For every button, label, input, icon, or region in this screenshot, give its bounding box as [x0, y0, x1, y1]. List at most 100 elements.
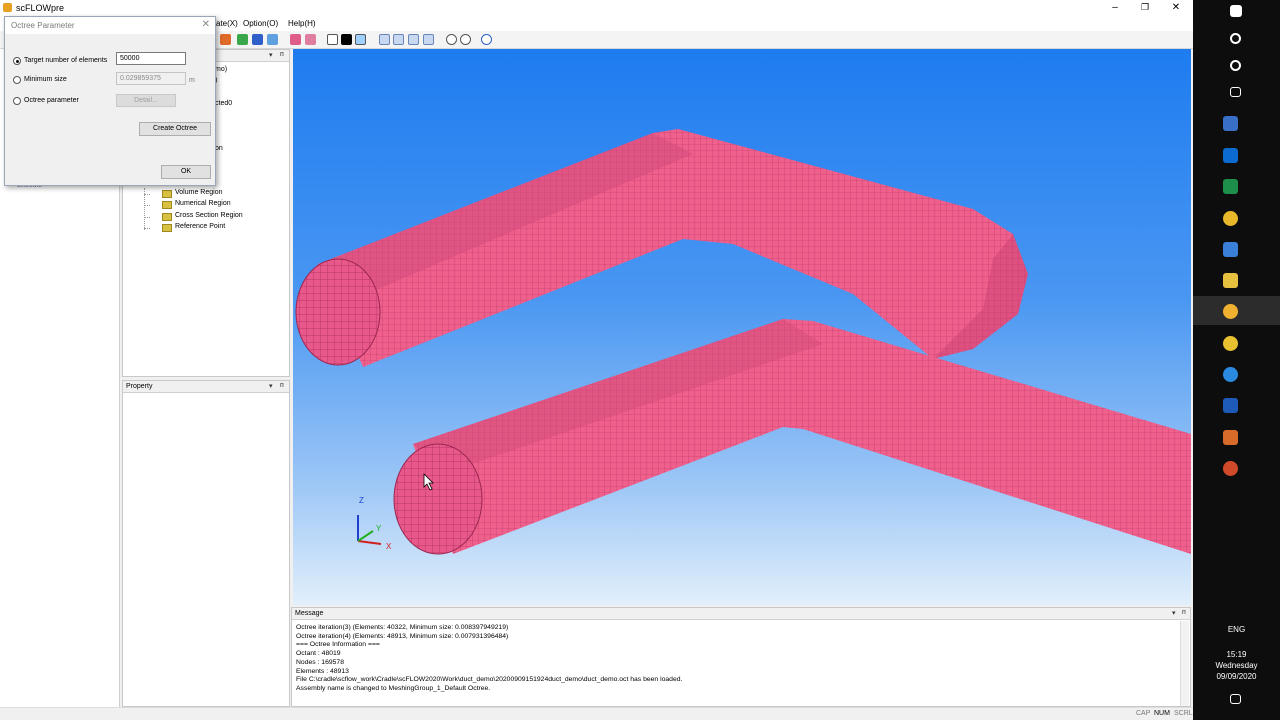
stop-icon[interactable]	[460, 34, 471, 45]
target-elements-radio[interactable]	[13, 57, 21, 65]
scroll-lock-indicator: SCRL	[1174, 710, 1193, 717]
octree-parameter-radio[interactable]	[13, 97, 21, 105]
pin-icon[interactable]: ᴨ	[1182, 609, 1186, 616]
tree-item-partial[interactable]: mo)	[215, 66, 227, 73]
task-view-icon[interactable]	[1230, 87, 1241, 97]
tree-item-partial[interactable]: on	[215, 145, 223, 152]
octree-parameter-label: Octree parameter	[24, 97, 79, 104]
menu-help[interactable]: Help(H)	[288, 19, 316, 28]
tree-item-label: Reference Point	[175, 223, 226, 230]
property-panel-header: Property ▾ ᴨ	[123, 381, 289, 393]
message-line: Nodes : 169578	[296, 658, 344, 666]
clock-date: 09/09/2020	[1216, 672, 1257, 681]
unit-label: m	[189, 77, 195, 84]
chrome-icon[interactable]	[1223, 211, 1238, 226]
pin-icon[interactable]: ᴨ	[280, 51, 284, 58]
pin-icon[interactable]: ᴨ	[280, 382, 284, 389]
minimum-size-input[interactable]: 0.029859375	[116, 72, 186, 85]
tree-item-label: Volume Region	[175, 189, 223, 196]
upper-duct	[295, 129, 1028, 367]
language-indicator[interactable]: ENG	[1193, 625, 1280, 634]
property-title: Property	[126, 383, 153, 390]
minimum-size-label: Minimum size	[24, 76, 67, 83]
play-icon[interactable]	[481, 34, 492, 45]
clock-day: Wednesday	[1215, 661, 1258, 670]
tree-item-label: Cross Section Region	[175, 212, 243, 219]
message-title: Message	[295, 610, 324, 617]
remote-icon[interactable]	[1223, 116, 1238, 131]
3d-viewport[interactable]: Z Y X	[293, 49, 1191, 605]
black-color-icon[interactable]	[341, 34, 352, 45]
octree-parameter-dialog: Octree Parameter ✕ Target number of elem…	[4, 16, 216, 186]
minimum-size-radio[interactable]	[13, 76, 21, 84]
tree-item-label: Numerical Region	[175, 200, 231, 207]
close-button[interactable]: ✕	[1160, 0, 1192, 16]
record-icon[interactable]	[446, 34, 457, 45]
message-panel-header: Message ▾ ᴨ	[292, 608, 1190, 620]
target-elements-input[interactable]: 50000	[116, 52, 186, 65]
white-color-icon[interactable]	[327, 34, 338, 45]
blue-color-icon[interactable]	[355, 34, 366, 45]
menu-option[interactable]: Option(O)	[243, 19, 278, 28]
axis-triad: Z Y X	[357, 496, 392, 551]
tool-icon[interactable]	[305, 34, 316, 45]
detail-button[interactable]: Detail...	[116, 94, 176, 107]
axis-y-label: Y	[376, 524, 382, 533]
message-line: Octree iteration(4) (Elements: 48913, Mi…	[296, 632, 509, 640]
view-icon[interactable]	[379, 34, 390, 45]
tool-icon[interactable]	[252, 34, 263, 45]
clock-time[interactable]: 15:19	[1193, 650, 1280, 659]
powerpoint-icon[interactable]	[1223, 461, 1238, 476]
view-icon[interactable]	[408, 34, 419, 45]
dropdown-icon[interactable]: ▾	[269, 51, 273, 59]
folder-icon	[162, 213, 172, 221]
caps-lock-indicator: CAP	[1136, 710, 1151, 717]
tool-icon[interactable]	[290, 34, 301, 45]
property-panel: Property ▾ ᴨ	[122, 380, 290, 707]
cortana-icon[interactable]	[1230, 60, 1241, 71]
file-explorer-icon[interactable]	[1223, 273, 1238, 288]
edge-icon[interactable]	[1223, 367, 1238, 382]
view-icon[interactable]	[423, 34, 434, 45]
axis-x-label: X	[386, 542, 392, 551]
dialog-title-bar: Octree Parameter ✕	[5, 17, 215, 34]
view-icon[interactable]	[393, 34, 404, 45]
tool-icon[interactable]	[220, 34, 231, 45]
message-line: File C:\cradle\scflow_work\Cradle\scFLOW…	[296, 676, 683, 684]
message-log: Octree iteration(3) (Elements: 40322, Mi…	[296, 624, 1176, 694]
notification-icon[interactable]	[1230, 694, 1241, 704]
minimize-button[interactable]: –	[1099, 0, 1131, 16]
tool-icon[interactable]	[267, 34, 278, 45]
window-title: scFLOWpre	[16, 3, 65, 13]
excel-icon[interactable]	[1223, 179, 1238, 194]
scflow-post-icon[interactable]	[1223, 336, 1238, 351]
word-icon[interactable]	[1223, 398, 1238, 413]
message-line: Octree iteration(3) (Elements: 40322, Mi…	[296, 624, 509, 631]
status-bar: CAP NUM SCRL	[0, 707, 1193, 720]
scflow-other-icon[interactable]	[1223, 430, 1238, 445]
message-line: Octant : 48019	[296, 650, 341, 658]
dropdown-icon[interactable]: ▾	[1172, 609, 1176, 617]
duct-mesh-render: Z Y X	[295, 129, 1191, 555]
dropdown-icon[interactable]: ▾	[269, 382, 273, 390]
message-scrollbar[interactable]	[1180, 621, 1189, 706]
folder-icon	[162, 190, 172, 198]
windows-icon[interactable]	[1230, 5, 1242, 17]
tree-item-partial[interactable]: cted0	[215, 100, 232, 107]
message-line: === Octree Information ===	[296, 641, 380, 649]
message-panel: Message ▾ ᴨ Octree iteration(3) (Element…	[291, 607, 1191, 707]
target-elements-label: Target number of elements	[24, 57, 108, 64]
menu-execute[interactable]: ate(X)	[216, 19, 238, 28]
message-line: Assembly name is changed to MeshingGroup…	[296, 684, 491, 692]
dialog-title: Octree Parameter	[11, 21, 75, 30]
create-octree-button[interactable]: Create Octree	[139, 122, 211, 136]
search-icon[interactable]	[1230, 33, 1241, 44]
title-bar: scFLOWpre – ❐ ✕	[0, 0, 1193, 16]
snipping-icon[interactable]	[1223, 242, 1238, 257]
ok-button[interactable]: OK	[161, 165, 211, 179]
scflow-icon[interactable]	[1223, 304, 1238, 319]
outlook-icon[interactable]	[1223, 148, 1238, 163]
tool-icon[interactable]	[237, 34, 248, 45]
dialog-close-button[interactable]: ✕	[202, 19, 210, 30]
maximize-button[interactable]: ❐	[1129, 0, 1161, 16]
